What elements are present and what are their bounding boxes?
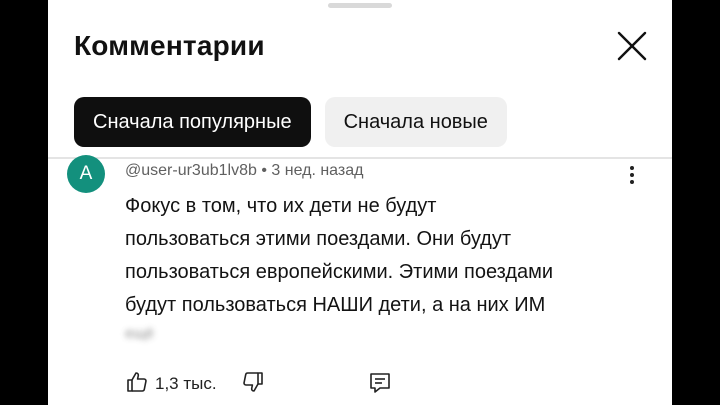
thumbs-up-icon <box>127 372 147 392</box>
comments-sheet: Комментарии Сначала популярные Сначала н… <box>48 0 672 405</box>
read-more-link[interactable]: ещё <box>125 325 154 342</box>
dot <box>630 180 634 184</box>
comment-line: будут пользоваться НАШИ дети, а на них И… <box>125 294 546 316</box>
thumbs-down-icon <box>243 372 263 392</box>
comment-time: 3 нед. назад <box>271 162 364 179</box>
like-count: 1,3 тыс. <box>155 374 217 393</box>
dot <box>630 173 634 177</box>
meta-separator: • <box>261 162 267 179</box>
comment-line: пользоваться этими поездами. Они будут <box>125 228 512 250</box>
dot <box>630 166 634 170</box>
divider <box>48 157 672 159</box>
comment-author[interactable]: @user-ur3ub1lv8b <box>125 162 257 179</box>
avatar[interactable]: A <box>67 155 105 193</box>
reply-button[interactable] <box>368 371 392 400</box>
close-icon <box>617 31 647 61</box>
comment-meta: @user-ur3ub1lv8b • 3 нед. назад <box>125 162 363 180</box>
dislike-button[interactable] <box>241 370 265 399</box>
drag-handle[interactable] <box>328 3 392 8</box>
sort-chip-newest[interactable]: Сначала новые <box>324 97 507 147</box>
sort-chips: Сначала популярные Сначала новые <box>74 97 507 147</box>
close-button[interactable] <box>614 28 650 64</box>
comment-line: Фокус в том, что их дети не будут <box>125 195 437 217</box>
comment-line: пользоваться европейскими. Этими поездам… <box>125 261 554 283</box>
sheet-title: Комментарии <box>74 30 265 61</box>
comment-text: Фокус в том, что их дети не будут пользо… <box>125 190 655 322</box>
more-options-button[interactable] <box>622 164 642 188</box>
sort-chip-popular[interactable]: Сначала популярные <box>74 97 311 147</box>
reply-icon <box>370 373 390 393</box>
like-button[interactable] <box>125 370 149 399</box>
